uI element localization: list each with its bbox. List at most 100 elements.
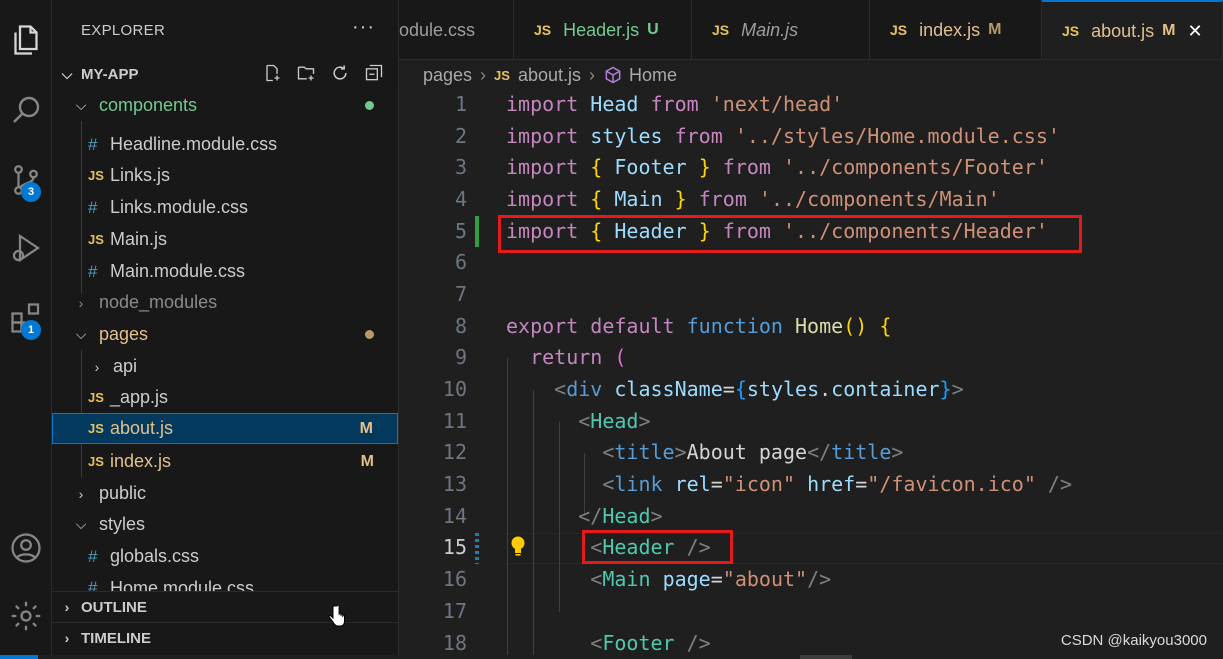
tree-file[interactable]: # Links.module.css [52,192,398,223]
line-number: 15 [442,535,467,559]
tree-file[interactable]: # Main.module.css [52,256,398,287]
line-number: 11 [442,409,467,433]
line-number: 4 [454,187,467,211]
tree-label: styles [99,514,146,534]
outline-section[interactable]: › OUTLINE [52,591,398,622]
git-status: M [360,452,374,470]
line-number: 10 [442,377,467,401]
new-folder-icon[interactable] [296,63,316,83]
lightbulb-icon[interactable] [509,535,527,557]
chevron-right-icon: › [64,630,70,646]
breadcrumb-symbol[interactable]: Home [629,65,677,86]
line-number: 12 [442,440,467,464]
chevron-down-icon: ⌵ [61,65,73,82]
tree-label: Headline.module.css [110,134,278,154]
tab-label: index.js [919,19,981,40]
tree-folder-api[interactable]: › api [52,351,398,382]
tab-index-js[interactable]: JS index.js M [870,0,1042,59]
css-file-icon: # [88,134,98,154]
tree-file[interactable]: JS index.js M [52,446,398,477]
explorer-icon[interactable] [0,14,52,66]
tree-label: Main.module.css [110,261,246,281]
js-file-icon: JS [494,67,510,83]
tree-file[interactable]: # Home.module.css [52,573,398,591]
activity-bar: 3 1 [0,0,52,659]
code-line-14: </Head> [578,504,663,528]
tree-folder-components[interactable]: ⌵ components [52,90,398,121]
timeline-section[interactable]: › TIMELINE [52,622,398,653]
code-line-16: <Main page="about"/> [590,567,832,591]
breadcrumb-folder[interactable]: pages [423,65,472,86]
tree-folder-public[interactable]: › public [52,478,398,509]
scrollbar-thumb[interactable] [800,655,852,659]
git-added-marker [475,216,479,247]
css-file-icon: # [88,197,98,217]
editor-tabs: odule.css JS Header.js U JS Main.js JS i… [399,0,1223,60]
breadcrumb-file[interactable]: about.js [518,65,581,86]
source-control-icon[interactable]: 3 [0,154,52,206]
source-control-badge: 3 [21,182,41,202]
remote-indicator[interactable] [0,655,38,659]
tree-label: Home.module.css [110,578,255,591]
gear-icon[interactable] [0,590,52,642]
explorer-title: EXPLORER [81,22,166,39]
js-file-icon: JS [88,421,104,436]
refresh-icon[interactable] [330,63,350,83]
search-icon[interactable] [0,84,52,136]
account-icon[interactable] [0,522,52,574]
extensions-badge: 1 [21,320,41,340]
new-file-icon[interactable] [262,63,282,83]
git-status: M [988,21,1002,38]
chevron-right-icon: › [64,599,70,615]
line-number: 8 [454,314,467,338]
collapse-all-icon[interactable] [364,63,384,83]
tab-about-js[interactable]: JS about.js M ✕ [1042,0,1223,59]
tree-file[interactable]: JS Links.js [52,160,398,191]
tab-main-js[interactable]: JS Main.js [692,0,870,59]
line-number: 13 [442,472,467,496]
tree-file[interactable]: # Headline.module.css [52,129,398,160]
tree-file-selected[interactable]: JS about.js M [52,413,398,444]
project-header[interactable]: ⌵ MY-APP [52,59,398,89]
js-file-icon: JS [890,22,908,38]
tree-folder-pages[interactable]: ⌵ pages [52,319,398,350]
tab-label: Main.js [741,19,799,40]
extensions-icon[interactable]: 1 [0,292,52,344]
tab-header-js[interactable]: JS Header.js U [514,0,692,59]
chevron-right-icon: › [589,64,595,85]
watermark: CSDN @kaikyou3000 [1060,632,1207,649]
tree-label: api [113,356,138,376]
tree-folder-node-modules[interactable]: › node_modules [52,287,398,318]
timeline-title: TIMELINE [81,629,151,647]
highlight-box-header-usage [582,530,733,564]
code-line-13: <link rel="icon" href="/favicon.ico" /> [602,472,1072,496]
tree-label: pages [99,324,149,344]
outline-title: OUTLINE [81,598,147,616]
tree-folder-styles[interactable]: ⌵ styles [52,509,398,540]
css-file-icon: # [88,546,98,566]
git-status: M [359,419,373,437]
git-modified-marker [475,533,479,564]
code-editor[interactable]: 1 2 3 4 5 6 7 8 9 10 11 12 13 14 15 16 17 18 import Head … [399,90,1223,659]
project-name: MY-APP [81,65,139,83]
tree-label: _app.js [110,387,169,407]
tree-label: about.js [110,418,174,438]
tab-module-css[interactable]: odule.css [399,0,514,59]
breadcrumb: pages › JS about.js › Home [399,60,1223,90]
status-bar [0,655,1223,659]
more-actions-button[interactable]: ··· [352,16,375,39]
js-file-icon: JS [1062,23,1080,39]
close-icon[interactable]: ✕ [1188,21,1203,42]
js-file-icon: JS [88,168,104,183]
tree-file[interactable]: JS Main.js [52,224,398,255]
code-line-18: <Footer /> [590,631,711,655]
line-number: 5 [454,219,467,243]
run-debug-icon[interactable] [0,222,52,274]
tree-file[interactable]: # globals.css [52,541,398,572]
tree-file[interactable]: JS _app.js [52,382,398,413]
line-number: 9 [454,345,467,369]
tree-label: components [99,95,198,115]
chevron-down-icon: ⌵ [75,326,87,342]
tab-label: odule.css [399,19,476,40]
symbol-method-icon [605,66,621,84]
